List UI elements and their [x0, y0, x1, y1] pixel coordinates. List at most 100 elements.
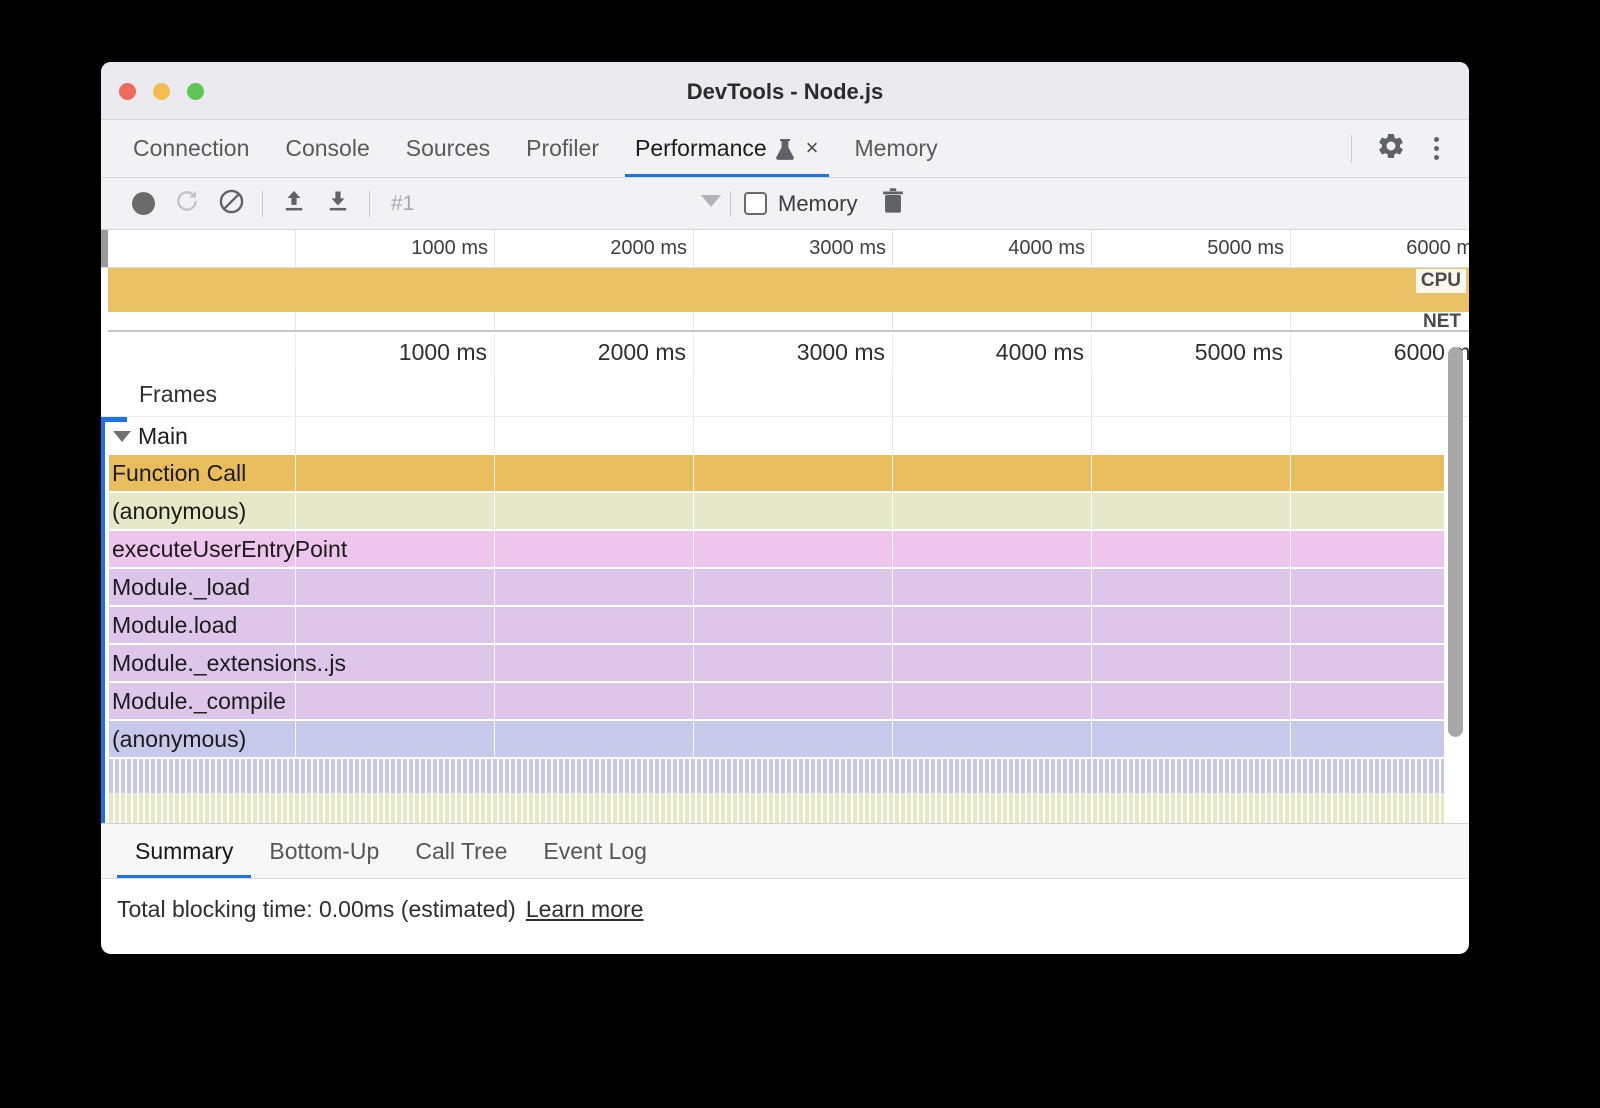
tab-label: Bottom-Up [269, 838, 379, 865]
timeline-overview[interactable]: 1000 ms2000 ms 3000 ms 4000 ms 5000 ms6000 … [101, 230, 1469, 333]
tab-label: Call Tree [415, 838, 507, 865]
memory-checkbox-group[interactable]: Memory [744, 191, 857, 217]
overview-tick-label: 4000 ms [1008, 237, 1085, 260]
main-track-header[interactable]: Main [101, 417, 1469, 455]
performance-toolbar: #1 Memory [101, 178, 1469, 230]
reload-and-record-button[interactable] [165, 182, 209, 226]
frames-label: Frames [139, 381, 217, 408]
flame-bar-label: Module._compile [112, 688, 286, 715]
gridline [1290, 373, 1291, 416]
flame-bar[interactable] [109, 721, 1444, 757]
learn-more-link[interactable]: Learn more [526, 896, 644, 923]
upload-icon [281, 188, 307, 219]
tab-summary[interactable]: Summary [117, 824, 251, 878]
overview-tick-label: 3000 ms [809, 237, 886, 260]
tab-sources[interactable]: Sources [388, 120, 508, 177]
overview-tick: 5000 ms [1091, 230, 1290, 267]
tab-connection[interactable]: Connection [115, 120, 267, 177]
flame-row: Module._compile [101, 683, 1469, 721]
tab-call-tree[interactable]: Call Tree [397, 824, 525, 878]
gridline [1091, 373, 1092, 416]
vertical-scrollbar[interactable] [1448, 347, 1463, 737]
record-icon [132, 192, 155, 215]
save-profile-button[interactable] [316, 182, 360, 226]
net-label: NET [1418, 310, 1466, 334]
session-value: #1 [391, 192, 414, 216]
main-track-label: Main [138, 423, 188, 450]
tabbar-actions [1341, 120, 1469, 177]
gridline [1091, 268, 1092, 312]
flame-bar[interactable] [109, 455, 1444, 491]
flame-chart-ruler: 1000 ms2000 ms3000 ms4000 ms5000 ms6000 … [101, 333, 1469, 373]
gridline [494, 417, 495, 455]
overview-tick: 2000 ms [494, 230, 693, 267]
gridline [892, 312, 893, 330]
flame-stripe-row[interactable] [101, 793, 1469, 823]
cpu-track[interactable]: CPU [108, 268, 1469, 312]
download-icon [325, 188, 351, 219]
gridline [1290, 417, 1291, 455]
flame-stripe-bar[interactable] [109, 759, 1444, 793]
cpu-label: CPU [1416, 269, 1466, 293]
gridline [494, 312, 495, 330]
tab-label: Console [285, 135, 369, 162]
tab-memory[interactable]: Memory [837, 120, 956, 177]
overview-tick: 6000 ms [1290, 230, 1469, 267]
window-title: DevTools - Node.js [101, 79, 1469, 105]
flame-bar[interactable] [109, 493, 1444, 529]
flame-ruler-tick: 4000 ms [892, 333, 1091, 373]
gridline [693, 312, 694, 330]
flame-stripe-row[interactable] [101, 759, 1469, 793]
tab-performance[interactable]: Performance × [617, 120, 837, 177]
flame-row: Module.load [101, 607, 1469, 645]
gridline [494, 373, 495, 416]
gridline [1290, 268, 1291, 312]
record-button[interactable] [121, 182, 165, 226]
flame-bar[interactable] [109, 607, 1444, 643]
flame-ruler-tick-label: 1000 ms [399, 339, 487, 366]
more-options-button[interactable] [1420, 137, 1453, 160]
memory-checkbox[interactable] [744, 192, 767, 215]
flame-row: executeUserEntryPoint [101, 531, 1469, 569]
total-blocking-time: Total blocking time: 0.00ms (estimated) [117, 896, 516, 923]
flame-ruler-tick: 1000 ms [295, 333, 494, 373]
gridline [693, 373, 694, 416]
tab-event-log[interactable]: Event Log [525, 824, 665, 878]
gridlines [101, 417, 1469, 455]
frames-track[interactable]: Frames [101, 373, 1469, 417]
gridlines [101, 373, 1469, 416]
tab-profiler[interactable]: Profiler [508, 120, 617, 177]
gridline [693, 268, 694, 312]
gridline [892, 268, 893, 312]
clear-button[interactable] [209, 182, 253, 226]
flame-ruler-tick-label: 2000 ms [598, 339, 686, 366]
tab-label: Event Log [543, 838, 647, 865]
memory-label: Memory [778, 191, 857, 217]
close-icon[interactable]: × [806, 137, 819, 159]
flame-bar-label: Function Call [112, 460, 246, 487]
net-track[interactable]: NET [108, 312, 1469, 332]
tab-bottom-up[interactable]: Bottom-Up [251, 824, 397, 878]
window-titlebar: DevTools - Node.js [101, 62, 1469, 120]
load-profile-button[interactable] [272, 182, 316, 226]
flame-chart-pane[interactable]: 1000 ms2000 ms3000 ms4000 ms5000 ms6000 … [101, 333, 1469, 823]
delete-recording-button[interactable] [871, 182, 915, 226]
flame-bar-label: Module._extensions..js [112, 650, 346, 677]
tab-console[interactable]: Console [267, 120, 387, 177]
divider [730, 191, 731, 217]
three-dots-icon-part [1434, 155, 1439, 160]
flame-ruler-tick: 2000 ms [494, 333, 693, 373]
flame-row: (anonymous) [101, 493, 1469, 531]
settings-button[interactable] [1368, 131, 1414, 166]
overview-tick: 1000 ms [295, 230, 494, 267]
flame-stripe-bar[interactable] [109, 793, 1444, 823]
flame-bar-label: Module.load [112, 612, 237, 639]
session-select[interactable]: #1 [391, 192, 721, 216]
flame-row: Module._extensions..js [101, 645, 1469, 683]
flame-ruler-tick: 3000 ms [693, 333, 892, 373]
gridline [1091, 417, 1092, 455]
flame-bar[interactable] [109, 683, 1444, 719]
flame-bar[interactable] [109, 569, 1444, 605]
divider [1351, 135, 1352, 163]
chevron-down-icon[interactable] [113, 431, 131, 442]
